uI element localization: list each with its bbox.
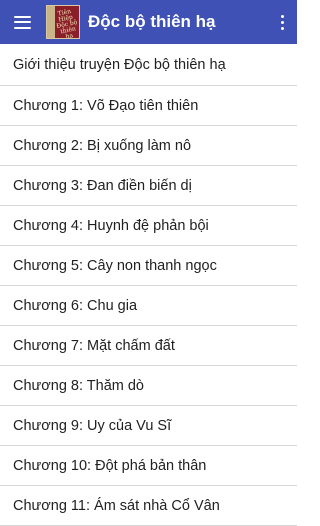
list-item-chapter[interactable]: Chương 2: Bị xuống làm nô — [0, 126, 297, 166]
chapter-list: Giới thiệu truyện Độc bộ thiên hạ Chương… — [0, 44, 297, 526]
list-item-chapter[interactable]: Chương 6: Chu gia — [0, 286, 297, 326]
app-title: Độc bộ thiên hạ — [88, 12, 216, 31]
list-item-chapter[interactable]: Chương 10: Đột phá bản thân — [0, 446, 297, 486]
menu-button[interactable] — [0, 0, 44, 44]
list-item-chapter[interactable]: Chương 11: Ám sát nhà Cổ Vân — [0, 486, 297, 526]
list-item-intro[interactable]: Giới thiệu truyện Độc bộ thiên hạ — [0, 44, 297, 86]
app-logo: Tiên Hiệp Độc bộ thiên hạ — [46, 5, 80, 39]
list-item-chapter[interactable]: Chương 5: Cây non thanh ngọc — [0, 246, 297, 286]
overflow-menu-button[interactable] — [267, 0, 297, 44]
list-item-chapter[interactable]: Chương 8: Thăm dò — [0, 366, 297, 406]
list-item-chapter[interactable]: Chương 4: Huynh đệ phản bội — [0, 206, 297, 246]
more-vertical-icon — [280, 14, 284, 18]
app-bar: Tiên Hiệp Độc bộ thiên hạ Độc bộ thiên hạ — [0, 0, 297, 44]
hamburger-menu-icon — [13, 15, 31, 29]
list-item-chapter[interactable]: Chương 3: Đan điền biến dị — [0, 166, 297, 206]
list-item-chapter[interactable]: Chương 7: Mặt chấm đất — [0, 326, 297, 366]
list-item-chapter[interactable]: Chương 9: Uy của Vu Sĩ — [0, 406, 297, 446]
list-item-chapter[interactable]: Chương 1: Võ Đạo tiên thiên — [0, 86, 297, 126]
